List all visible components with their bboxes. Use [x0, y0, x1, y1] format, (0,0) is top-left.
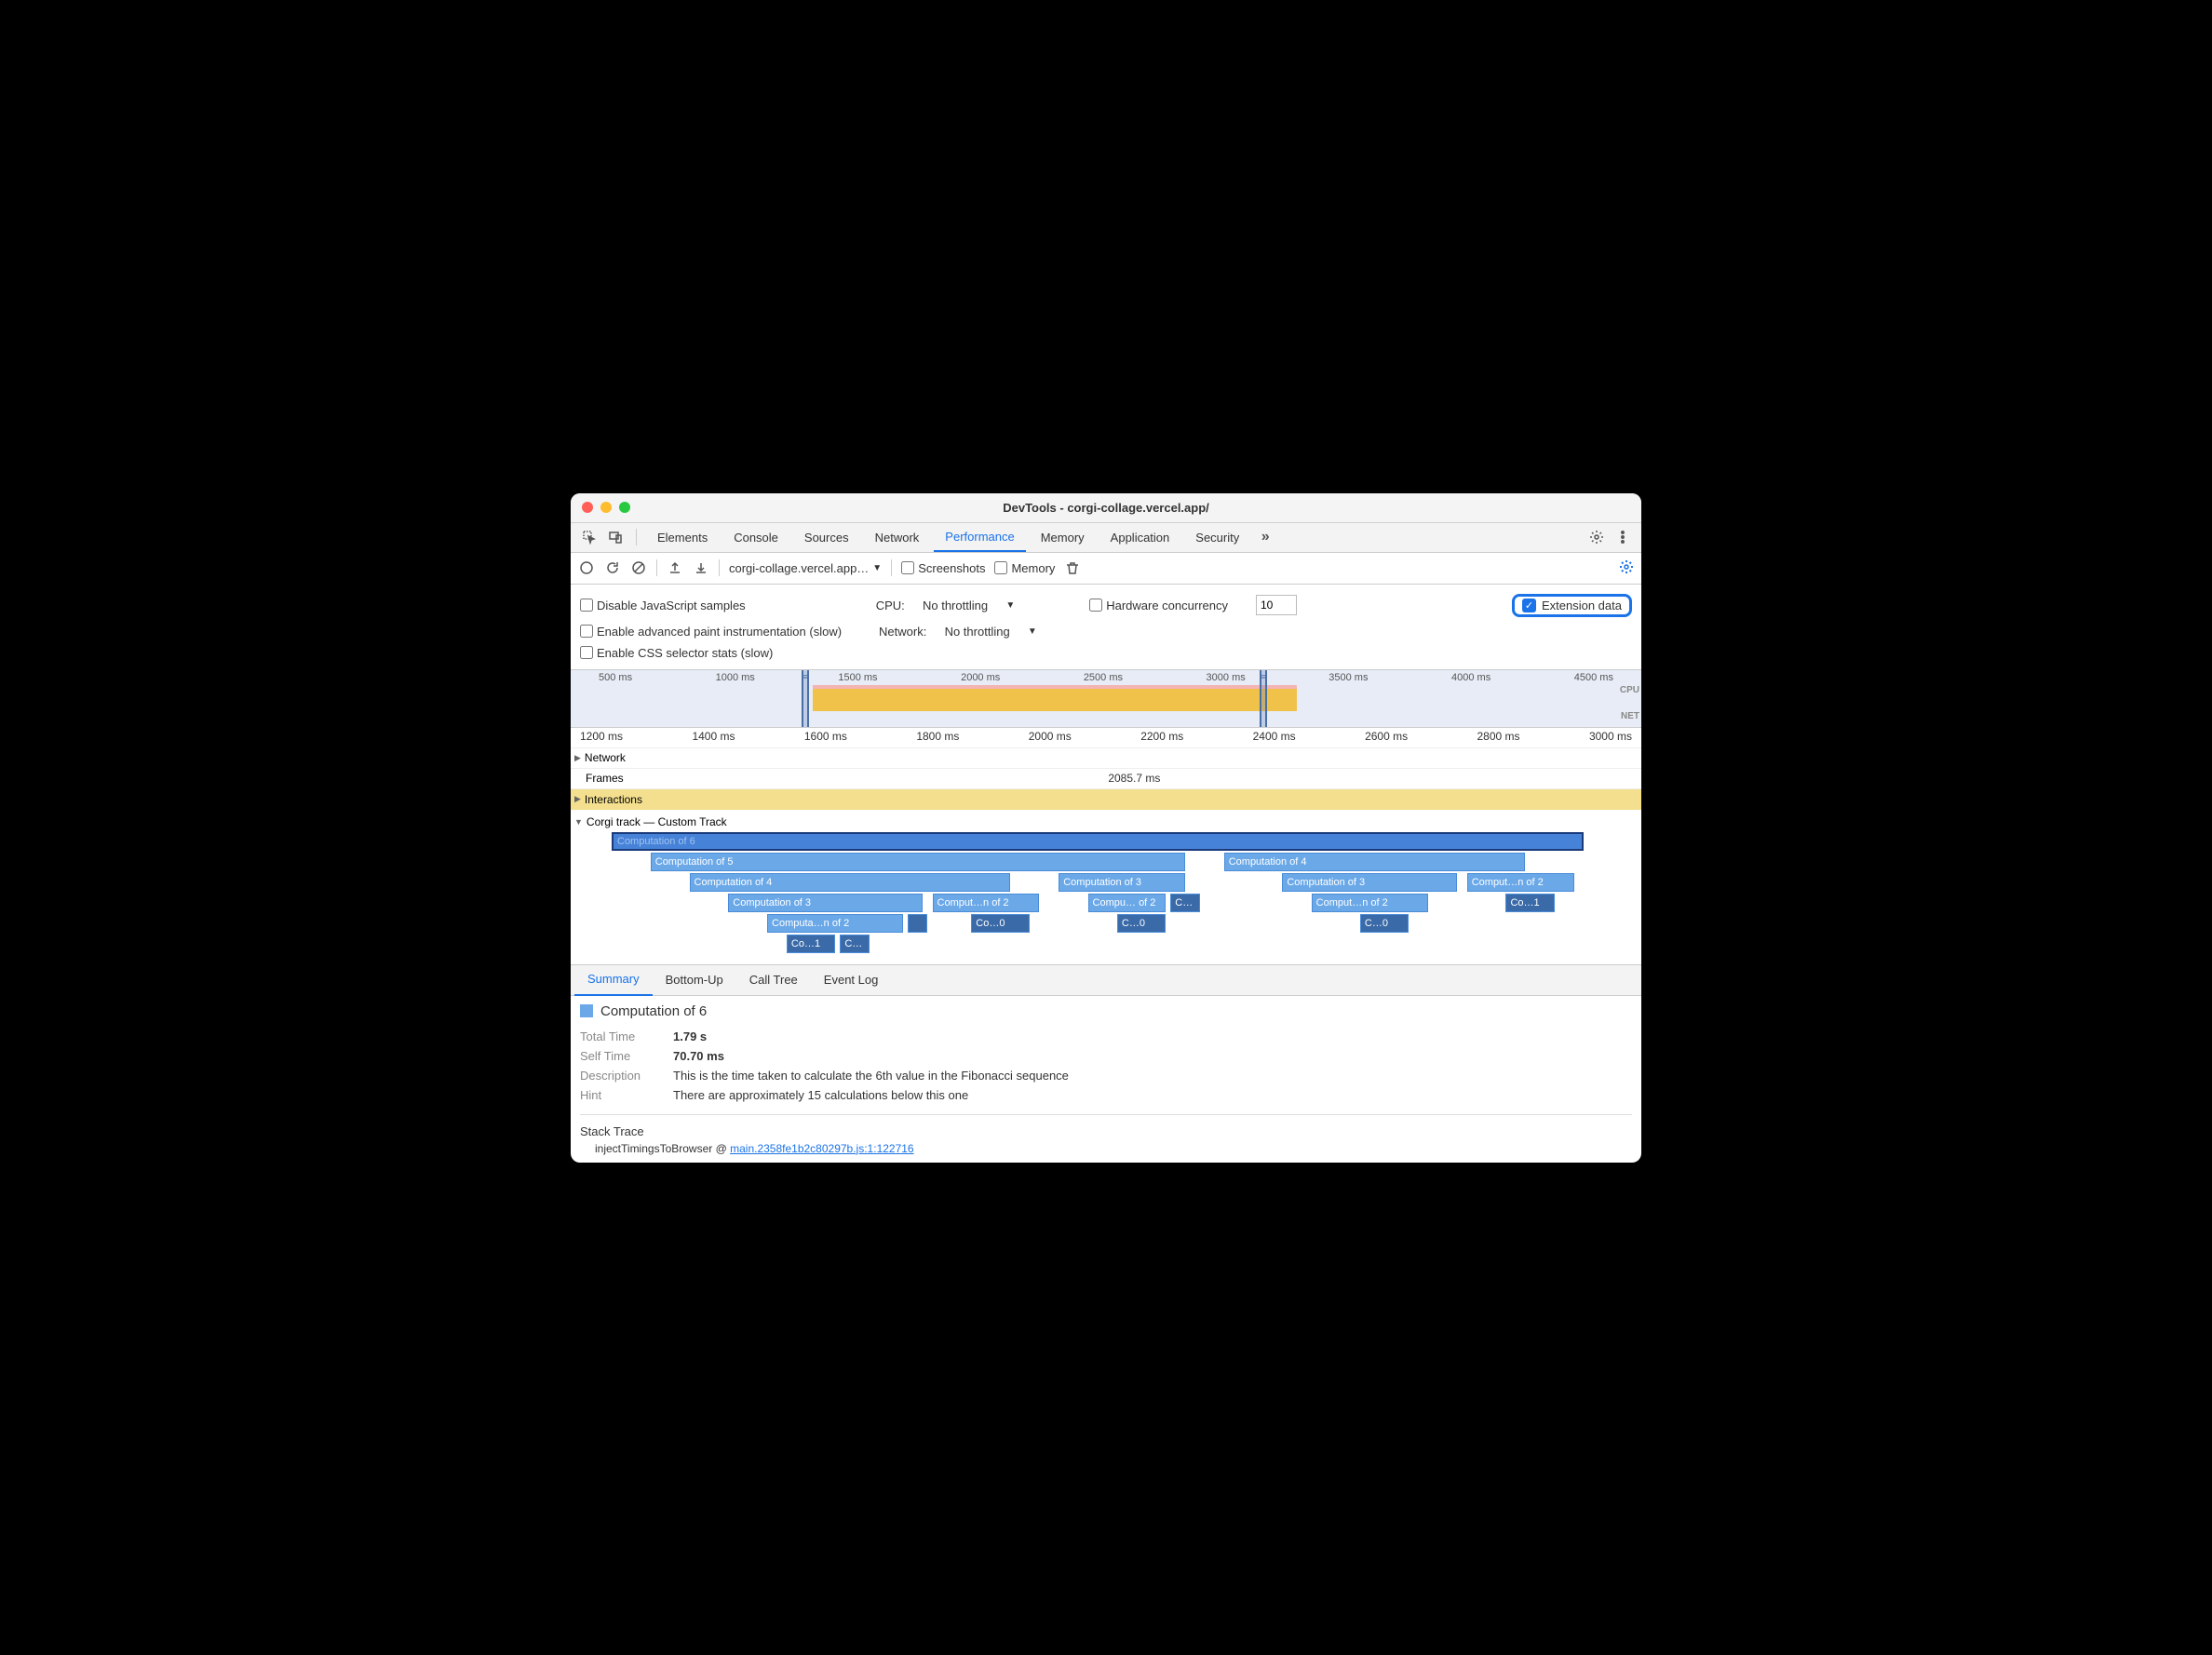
flame-bar[interactable]: Computation of 3	[1059, 873, 1185, 892]
flame-bar[interactable]: Comput…n of 2	[1467, 873, 1574, 892]
range-handle-right[interactable]: ≡	[1260, 670, 1267, 727]
flame-bar[interactable]: Co…0	[971, 914, 1030, 933]
flame-bar[interactable]: Computa…n of 2	[767, 914, 903, 933]
overview-timeline[interactable]: 500 ms1000 ms1500 ms2000 ms2500 ms3000 m…	[571, 670, 1641, 728]
extension-data-checkbox[interactable]: ✓Extension data	[1512, 594, 1632, 617]
tab-network[interactable]: Network	[864, 522, 931, 552]
dtab-bottomup[interactable]: Bottom-Up	[653, 964, 736, 996]
frames-track[interactable]: Frames2085.7 ms	[571, 769, 1641, 789]
network-throttle-select[interactable]: Network: No throttling ▼	[879, 625, 1037, 639]
settings-gear-icon[interactable]	[1585, 526, 1608, 548]
flame-bar[interactable]: C…0	[1117, 914, 1166, 933]
flame-bar[interactable]: Computation of 3	[728, 894, 923, 912]
hw-concurrency[interactable]: Hardware concurrency	[1089, 599, 1228, 612]
flame-bar[interactable]: Comput…n of 2	[1312, 894, 1428, 912]
titlebar: DevTools - corgi-collage.vercel.app/	[571, 493, 1641, 523]
tab-performance[interactable]: Performance	[934, 522, 1025, 552]
flame-chart[interactable]: Computation of 6 Computation of 5 Computat…	[612, 832, 1584, 962]
tab-application[interactable]: Application	[1099, 522, 1181, 552]
summary-title: Computation of 6	[600, 1003, 707, 1019]
main-tabs: Elements Console Sources Network Perform…	[571, 523, 1641, 553]
network-track-header[interactable]: ▶Network	[571, 748, 1641, 769]
download-icon[interactable]	[693, 559, 709, 576]
reload-record-button[interactable]	[604, 559, 621, 576]
more-tabs-icon[interactable]: »	[1254, 526, 1276, 548]
memory-checkbox[interactable]: Memory	[994, 561, 1055, 575]
tab-security[interactable]: Security	[1184, 522, 1250, 552]
capture-settings: Disable JavaScript samples CPU: No throt…	[571, 585, 1641, 670]
tracks-area: ▶Network Frames2085.7 ms ▶Interactions ▼…	[571, 748, 1641, 964]
tab-elements[interactable]: Elements	[646, 522, 719, 552]
perf-toolbar: corgi-collage.vercel.app…▼ Screenshots M…	[571, 553, 1641, 585]
tab-sources[interactable]: Sources	[793, 522, 860, 552]
upload-icon[interactable]	[667, 559, 683, 576]
record-button[interactable]	[578, 559, 595, 576]
interactions-track[interactable]: ▶Interactions	[571, 789, 1641, 810]
window-title: DevTools - corgi-collage.vercel.app/	[1003, 501, 1209, 515]
flame-bar[interactable]: Computation of 4	[690, 873, 1011, 892]
dtab-calltree[interactable]: Call Tree	[736, 964, 811, 996]
cpu-throttle-select[interactable]: CPU: No throttling ▼	[876, 599, 1016, 612]
detail-tabs: Summary Bottom-Up Call Tree Event Log	[571, 964, 1641, 996]
flame-bar[interactable]: Compu… of 2	[1088, 894, 1167, 912]
close-button[interactable]	[582, 502, 593, 513]
clear-button[interactable]	[630, 559, 647, 576]
devtools-window: DevTools - corgi-collage.vercel.app/ Ele…	[571, 493, 1641, 1163]
traffic-lights	[582, 502, 630, 513]
dtab-summary[interactable]: Summary	[574, 964, 653, 996]
minimize-button[interactable]	[600, 502, 612, 513]
flame-bar[interactable]: Comput…n of 2	[933, 894, 1040, 912]
flame-bar[interactable]: Computation of 6	[612, 832, 1584, 851]
css-stats-checkbox[interactable]: Enable CSS selector stats (slow)	[580, 646, 773, 660]
flame-bar[interactable]: C…	[1170, 894, 1199, 912]
flame-bar[interactable]: Co…1	[787, 935, 835, 953]
flame-bar[interactable]: C…	[840, 935, 869, 953]
inspect-icon[interactable]	[578, 526, 600, 548]
tab-memory[interactable]: Memory	[1030, 522, 1096, 552]
maximize-button[interactable]	[619, 502, 630, 513]
summary-swatch	[580, 1004, 593, 1017]
flame-bar[interactable]: Computation of 4	[1224, 853, 1526, 871]
stack-source-link[interactable]: main.2358fe1b2c80297b.js:1:122716	[730, 1142, 914, 1155]
flame-bar[interactable]: Co…1	[1505, 894, 1554, 912]
disable-js-checkbox[interactable]: Disable JavaScript samples	[580, 599, 746, 612]
flame-bar[interactable]	[908, 914, 927, 933]
flame-bar[interactable]: Computation of 5	[651, 853, 1185, 871]
summary-panel: Computation of 6 Total Time1.79 s Self T…	[571, 996, 1641, 1163]
stack-trace-title: Stack Trace	[580, 1124, 1632, 1138]
kebab-menu-icon[interactable]	[1612, 526, 1634, 548]
hw-concurrency-input[interactable]	[1256, 595, 1297, 615]
flame-bar[interactable]: Computation of 3	[1282, 873, 1457, 892]
capture-settings-gear-icon[interactable]	[1619, 559, 1634, 577]
flame-bar[interactable]: C…0	[1360, 914, 1409, 933]
custom-track-header[interactable]: ▼Corgi track — Custom Track	[571, 812, 1641, 832]
dtab-eventlog[interactable]: Event Log	[811, 964, 892, 996]
stack-frame: injectTimingsToBrowser @ main.2358fe1b2c…	[580, 1138, 1632, 1155]
trace-selector[interactable]: corgi-collage.vercel.app…▼	[729, 561, 882, 575]
device-icon[interactable]	[604, 526, 627, 548]
detail-ruler: 1200 ms1400 ms1600 ms1800 ms2000 ms2200 …	[571, 728, 1641, 748]
tab-console[interactable]: Console	[722, 522, 789, 552]
range-handle-left[interactable]: ≡	[802, 670, 809, 727]
advanced-paint-checkbox[interactable]: Enable advanced paint instrumentation (s…	[580, 625, 842, 639]
gc-icon[interactable]	[1064, 559, 1081, 576]
screenshots-checkbox[interactable]: Screenshots	[901, 561, 985, 575]
